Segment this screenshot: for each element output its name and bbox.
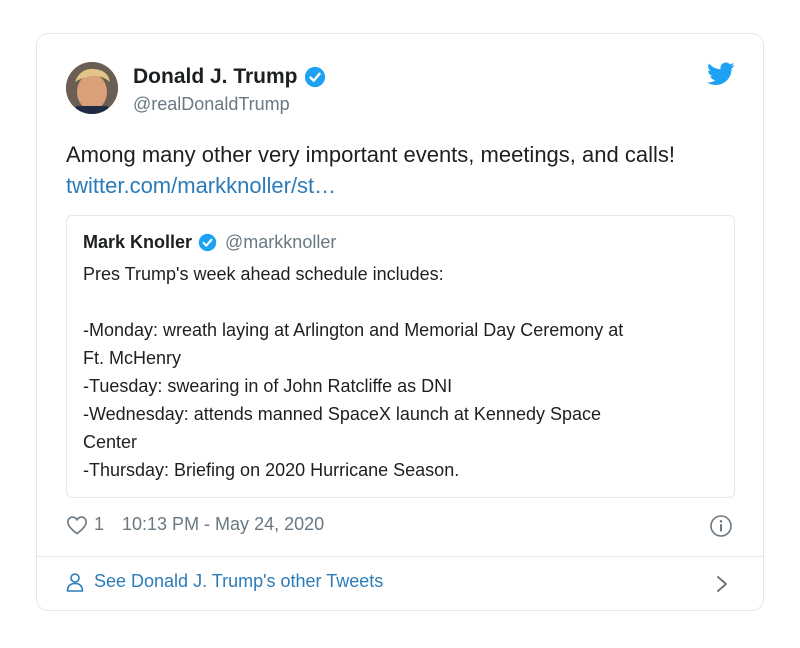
tweet-link[interactable]: twitter.com/markknoller/st… [66, 170, 746, 201]
quoted-line: -Wednesday: attends manned SpaceX launch… [83, 404, 602, 424]
like-count[interactable]: 1 [94, 514, 104, 535]
divider [37, 556, 763, 557]
quoted-line: -Tuesday: swearing in of John Ratcliffe … [83, 376, 453, 396]
tweet-text-line: Among many other very important events, … [66, 142, 675, 167]
twitter-bird-icon[interactable] [707, 62, 735, 86]
info-icon[interactable] [709, 514, 733, 538]
see-other-tweets-label[interactable]: See Donald J. Trump's other Tweets [94, 571, 383, 592]
author-name-text[interactable]: Donald J. Trump [133, 65, 298, 89]
chevron-right-icon[interactable] [715, 574, 729, 594]
author-handle[interactable]: @realDonaldTrump [133, 94, 290, 115]
author-name[interactable]: Donald J. Trump [133, 65, 326, 89]
tweet-meta: 1 10:13 PM - May 24, 2020 [66, 514, 324, 535]
quoted-line: Center [83, 432, 138, 452]
verified-badge-icon [304, 66, 325, 88]
see-other-tweets-link[interactable]: See Donald J. Trump's other Tweets [66, 571, 383, 592]
tweet-text: Among many other very important events, … [66, 139, 746, 201]
quoted-tweet-body: Pres Trump's week ahead schedule include… [83, 260, 723, 484]
quoted-author-name: Mark Knoller [83, 232, 193, 252]
quoted-line: -Thursday: Briefing on 2020 Hurricane Se… [83, 460, 460, 480]
quoted-line [83, 288, 723, 316]
quoted-line: Ft. McHenry [83, 348, 182, 368]
quoted-author-handle: @markknoller [225, 232, 337, 252]
timestamp[interactable]: 10:13 PM - May 24, 2020 [122, 514, 324, 535]
verified-badge-icon [198, 233, 217, 252]
quoted-line: Pres Trump's week ahead schedule include… [83, 264, 444, 284]
quoted-line: -Monday: wreath laying at Arlington and … [83, 320, 624, 340]
embedded-tweet-card: Donald J. Trump @realDonaldTrump Among m… [36, 33, 764, 611]
avatar[interactable] [66, 62, 118, 114]
quoted-tweet[interactable]: Mark Knoller @markknoller Pres Trump's w… [66, 215, 735, 498]
person-icon [66, 572, 84, 592]
quoted-tweet-header: Mark Knoller @markknoller [83, 232, 336, 253]
heart-icon[interactable] [66, 515, 88, 535]
